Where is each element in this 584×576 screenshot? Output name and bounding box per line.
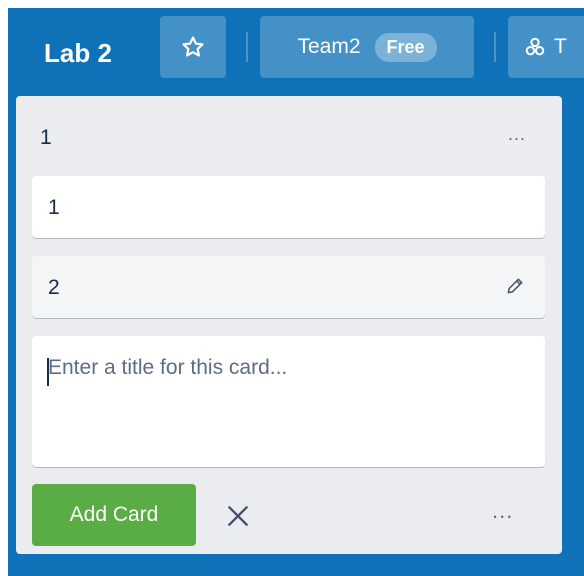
board-title[interactable]: Lab 2 xyxy=(44,38,112,69)
visibility-label: T xyxy=(554,35,567,58)
add-card-button[interactable]: Add Card xyxy=(32,484,196,546)
team-visibility-button[interactable]: T xyxy=(508,16,584,78)
card-title: 2 xyxy=(48,276,60,299)
header-divider xyxy=(494,32,496,62)
card[interactable]: 1 xyxy=(32,176,545,238)
header-divider xyxy=(246,32,248,62)
text-caret xyxy=(47,358,49,386)
card-title-input[interactable] xyxy=(32,336,545,467)
close-icon xyxy=(228,506,248,526)
list-title[interactable]: 1 xyxy=(40,126,52,150)
close-composer-button[interactable] xyxy=(218,496,258,536)
list-menu-button[interactable]: ... xyxy=(508,124,526,145)
composer-more-button[interactable]: ... xyxy=(492,498,513,524)
plan-badge: Free xyxy=(374,32,437,62)
card[interactable]: 2 xyxy=(32,256,545,318)
team-name: Team2 xyxy=(297,35,361,58)
pencil-icon[interactable] xyxy=(505,276,525,296)
team-button[interactable]: Team2 Free xyxy=(260,16,474,78)
star-icon xyxy=(182,36,204,57)
card-title: 1 xyxy=(48,196,60,219)
team-icon xyxy=(525,37,545,56)
star-board-button[interactable] xyxy=(160,16,226,78)
